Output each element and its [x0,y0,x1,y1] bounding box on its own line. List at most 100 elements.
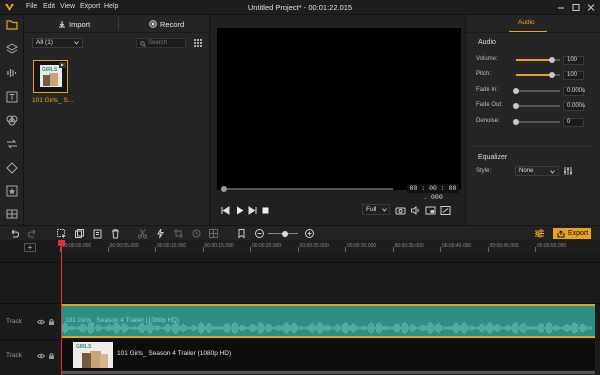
stop-icon[interactable] [260,205,271,216]
preview-zoom-select[interactable]: Full [362,204,390,215]
copy-icon[interactable] [74,228,85,239]
media-filter-value: All (1) [36,39,53,46]
param-label: Denoise: [476,118,500,124]
preview-zoom-value: Full [366,206,377,213]
crop-icon[interactable] [173,228,184,239]
export-icon [557,229,565,237]
video-track-label: Track [6,352,23,359]
param-label: Fade Out: [476,102,503,108]
timeline-settings-icon[interactable] [534,228,545,239]
timeline-ruler[interactable]: 00:00:00.000 00:00:05.000 00:00:10.000 00:0… [60,240,600,252]
add-track-button[interactable]: + [24,243,36,252]
chevron-down-icon [550,170,555,174]
previous-frame-icon[interactable] [220,205,231,216]
search-input[interactable]: Search [136,38,186,48]
param-slider[interactable] [516,72,560,78]
zoom-slider-handle[interactable] [282,230,288,237]
sticker-icon[interactable] [5,184,19,198]
equalizer-style-select[interactable]: None [515,166,559,176]
maximize-icon[interactable] [570,2,582,13]
param-slider-handle[interactable] [513,103,519,109]
media-filter-select[interactable]: All (1) [32,38,83,48]
paste-icon[interactable] [92,228,103,239]
param-slider[interactable] [513,88,560,94]
param-slider-handle[interactable] [549,57,556,63]
audio-track-label: Track [6,318,23,325]
ruler-tick-label: 00:00:45.000 [489,243,519,249]
play-icon[interactable] [234,205,245,216]
media-clip-thumbnail[interactable]: GIRLS [33,60,68,93]
ruler-tick-mark [297,247,299,252]
snapshot-icon[interactable] [395,205,406,216]
preview-scrubber[interactable] [221,186,393,192]
record-button[interactable]: Record [149,18,184,30]
ruler-tick-mark [107,247,109,252]
transitions-icon[interactable] [5,137,19,151]
param-value-field[interactable]: 100 [563,56,584,65]
fullscreen-icon[interactable] [440,205,451,216]
param-value-field[interactable]: 0 [563,118,584,127]
ruler-tick-mark [487,247,489,252]
scrollbar-thumb[interactable] [61,371,595,374]
audio-bars-icon[interactable] [5,66,19,80]
param-slider[interactable] [513,119,560,125]
audio-properties-panel: Audio Audio Equalizer Style: None Volume… [466,15,600,225]
scrubber-handle[interactable] [221,186,227,192]
ruler-tick-mark [440,247,441,252]
media-folder-icon[interactable] [5,18,19,32]
preview-timecode: 00 : 00 : 00 . 000 [407,184,459,201]
timeline-scrollbar[interactable] [61,371,595,374]
param-label: Pitch: [476,71,492,77]
marker-icon[interactable] [236,228,247,239]
preview-screen[interactable] [217,28,461,190]
param-value-field[interactable]: 0.000s [563,102,585,111]
param-slider[interactable] [513,103,560,109]
text-icon[interactable] [5,90,19,104]
select-icon[interactable] [56,228,67,239]
volume-icon[interactable] [410,205,421,216]
video-clip-label: 101 Girls_ Season 4 Trailer (1080p HD) [117,350,232,357]
split-screen-icon[interactable] [5,207,19,221]
freeze-frame-icon[interactable] [191,228,202,239]
ruler-tick-mark [250,247,251,252]
export-button[interactable]: Export [553,228,591,239]
split-icon[interactable] [137,228,148,239]
timeline-zoom-slider[interactable] [268,230,298,237]
param-slider-handle[interactable] [549,72,556,78]
equalizer-settings-icon[interactable] [563,166,573,176]
layers-icon[interactable] [5,42,19,56]
audio-clip[interactable]: 101 Girls_ Season 4 Trailer (1080p HD) [61,304,595,338]
media-panel: Import Record All (1) Search GIRLS 101 G… [24,15,210,225]
lock-icon[interactable] [49,353,54,359]
equalizer-style-value: None [519,168,534,174]
zoom-in-icon[interactable] [304,228,315,239]
grid-view-icon[interactable] [193,38,203,48]
next-frame-icon[interactable] [247,205,258,216]
minimize-icon[interactable] [555,2,567,13]
audio-tab[interactable]: Audio [518,19,535,26]
mosaic-icon[interactable] [208,228,219,239]
param-value-field[interactable]: 100 [563,71,584,80]
eye-icon[interactable] [37,319,45,325]
param-slider-handle[interactable] [513,119,519,125]
param-slider[interactable] [516,57,560,63]
param-value-field[interactable]: 0.000s [563,87,585,96]
playhead[interactable] [61,240,62,375]
lock-icon[interactable] [49,319,54,325]
video-clip[interactable]: GIRLS 101 Girls_ Season 4 Trailer (1080p… [61,340,595,370]
elements-icon[interactable] [5,161,19,175]
redo-icon[interactable] [27,228,38,239]
speed-icon[interactable] [155,228,166,239]
undo-icon[interactable] [9,228,20,239]
param-slider-handle[interactable] [513,88,519,94]
video-badge-icon [59,62,66,68]
close-icon[interactable] [585,2,597,13]
filters-icon[interactable] [5,113,19,127]
picture-in-picture-icon[interactable] [425,205,436,216]
zoom-out-icon[interactable] [254,228,265,239]
ruler-tick-mark [392,247,394,252]
import-button[interactable]: Import [58,18,90,30]
media-clip-caption: 101 Girls_ S... [32,97,74,104]
delete-icon[interactable] [110,228,121,239]
eye-icon[interactable] [37,353,45,359]
